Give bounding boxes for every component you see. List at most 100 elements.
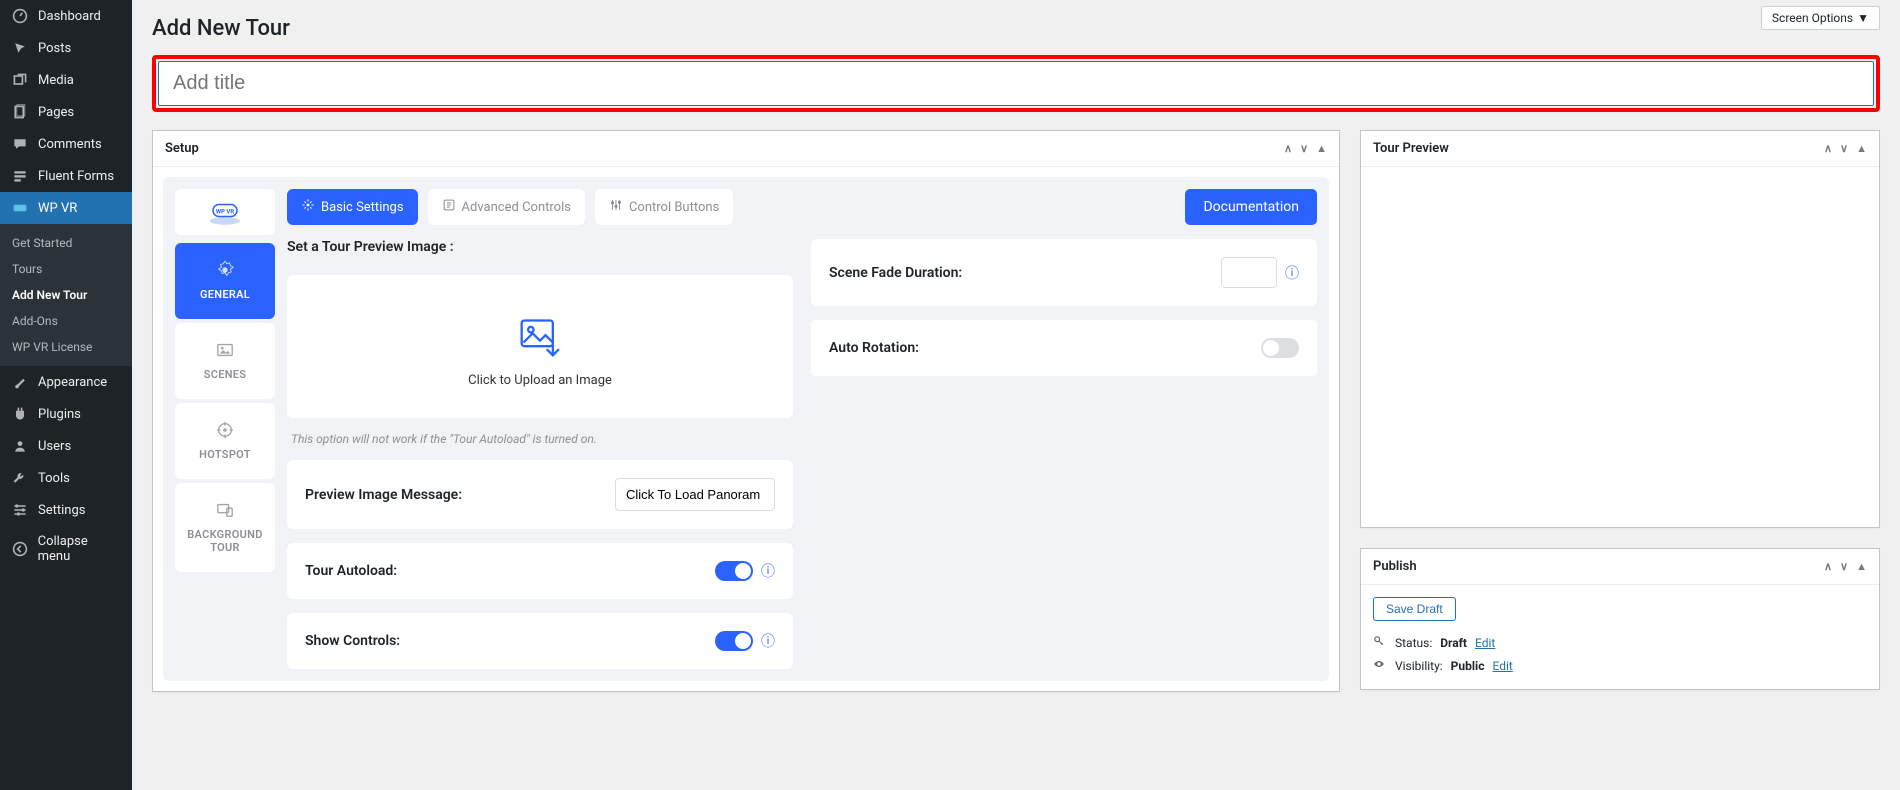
fade-duration-input[interactable]	[1221, 257, 1277, 288]
sidebar-label: Users	[38, 439, 71, 454]
sidebar-item-wpvr[interactable]: WP VR	[0, 192, 132, 224]
screen-options-button[interactable]: Screen Options ▼	[1761, 6, 1880, 30]
sliders-icon	[10, 502, 30, 518]
gear-icon	[181, 261, 269, 282]
upload-hint: This option will not work if the "Tour A…	[287, 432, 793, 446]
brush-icon	[10, 374, 30, 390]
sidebar-item-appearance[interactable]: Appearance	[0, 366, 132, 398]
page-title: Add New Tour	[152, 16, 1880, 41]
htab-advanced[interactable]: Advanced Controls	[428, 189, 585, 225]
sub-get-started[interactable]: Get Started	[0, 230, 132, 256]
visibility-label: Visibility:	[1395, 659, 1443, 673]
setup-title: Setup	[165, 141, 199, 156]
sidebar-item-settings[interactable]: Settings	[0, 494, 132, 526]
sidebar-item-tools[interactable]: Tools	[0, 462, 132, 494]
comment-icon	[10, 136, 30, 152]
vtab-background[interactable]: BACKGROUND TOUR	[175, 483, 275, 572]
sub-addons[interactable]: Add-Ons	[0, 308, 132, 334]
screen-options-label: Screen Options	[1772, 11, 1853, 25]
sidebar-label: Media	[38, 73, 74, 88]
sidebar-label: Dashboard	[38, 9, 101, 24]
dashboard-icon	[10, 8, 30, 24]
collapse-icon	[10, 541, 30, 557]
chevron-down-icon: ▼	[1857, 11, 1869, 25]
sidebar-item-pages[interactable]: Pages	[0, 96, 132, 128]
info-icon[interactable]: ⓘ	[1285, 263, 1299, 283]
documentation-button[interactable]: Documentation	[1185, 189, 1317, 225]
htab-label: Control Buttons	[629, 200, 719, 215]
box-toggle-icon[interactable]: ▲	[1316, 142, 1327, 155]
controls-toggle[interactable]	[715, 631, 753, 651]
preview-msg-input[interactable]	[615, 478, 775, 511]
status-label: Status:	[1395, 636, 1432, 650]
autoload-label: Tour Autoload:	[305, 563, 397, 579]
sidebar-label: Comments	[38, 137, 102, 152]
save-draft-button[interactable]: Save Draft	[1373, 597, 1456, 621]
sidebar-label: Settings	[38, 503, 85, 518]
sidebar-label: Fluent Forms	[38, 169, 114, 184]
svg-text:WP VR: WP VR	[216, 209, 235, 216]
visibility-edit-link[interactable]: Edit	[1492, 659, 1512, 673]
image-icon	[181, 341, 269, 362]
htab-basic-settings[interactable]: Basic Settings	[287, 189, 418, 225]
sliders-icon	[609, 198, 623, 216]
eye-icon	[1373, 658, 1387, 673]
vtab-hotspot[interactable]: HOTSPOT	[175, 403, 275, 479]
sub-tours[interactable]: Tours	[0, 256, 132, 282]
setup-metabox: Setup ∧ ∨ ▲ WP VR	[152, 130, 1340, 692]
visibility-value: Public	[1451, 659, 1485, 673]
rotation-label: Auto Rotation:	[829, 340, 919, 356]
plug-icon	[10, 406, 30, 422]
box-up-icon[interactable]: ∧	[1824, 142, 1832, 155]
htab-control-buttons[interactable]: Control Buttons	[595, 189, 733, 225]
sidebar-item-posts[interactable]: Posts	[0, 32, 132, 64]
wpvr-logo: WP VR	[175, 189, 275, 235]
pages-icon	[10, 104, 30, 120]
info-icon[interactable]: ⓘ	[761, 631, 775, 651]
sub-license[interactable]: WP VR License	[0, 334, 132, 360]
sidebar-label: Tools	[38, 471, 70, 486]
tour-preview-title: Tour Preview	[1373, 141, 1449, 156]
vtab-general[interactable]: GENERAL	[175, 243, 275, 319]
box-toggle-icon[interactable]: ▲	[1856, 142, 1867, 155]
sub-add-new-tour[interactable]: Add New Tour	[0, 282, 132, 308]
htab-label: Basic Settings	[321, 200, 404, 215]
controls-label: Show Controls:	[305, 633, 400, 649]
rotation-toggle[interactable]	[1261, 338, 1299, 358]
sidebar-item-fluent-forms[interactable]: Fluent Forms	[0, 160, 132, 192]
sidebar-item-plugins[interactable]: Plugins	[0, 398, 132, 430]
box-down-icon[interactable]: ∨	[1840, 560, 1848, 573]
box-down-icon[interactable]: ∨	[1840, 142, 1848, 155]
sidebar-label: Posts	[38, 41, 71, 56]
vtab-label: GENERAL	[200, 288, 250, 301]
key-icon	[1373, 635, 1387, 650]
box-toggle-icon[interactable]: ▲	[1856, 560, 1867, 573]
publish-metabox: Publish ∧ ∨ ▲ Save Draft Status: Draft	[1360, 548, 1880, 690]
box-up-icon[interactable]: ∧	[1824, 560, 1832, 573]
status-edit-link[interactable]: Edit	[1475, 636, 1495, 650]
vtab-label: HOTSPOT	[199, 448, 251, 461]
form-icon	[10, 168, 30, 184]
sidebar-item-media[interactable]: Media	[0, 64, 132, 96]
target-icon	[181, 421, 269, 442]
upload-image-area[interactable]: Click to Upload an Image	[287, 275, 793, 418]
tour-title-input[interactable]	[158, 61, 1874, 106]
media-icon	[10, 72, 30, 88]
autoload-toggle[interactable]	[715, 561, 753, 581]
htab-label: Advanced Controls	[462, 200, 571, 215]
tour-preview-body	[1361, 167, 1879, 527]
sidebar-label: Appearance	[38, 375, 107, 390]
sidebar-item-users[interactable]: Users	[0, 430, 132, 462]
preview-msg-label: Preview Image Message:	[305, 487, 462, 503]
vtab-scenes[interactable]: SCENES	[175, 323, 275, 399]
box-down-icon[interactable]: ∨	[1300, 142, 1308, 155]
sidebar-item-collapse[interactable]: Collapse menu	[0, 526, 132, 572]
vr-icon	[10, 200, 30, 216]
sidebar-item-comments[interactable]: Comments	[0, 128, 132, 160]
info-icon[interactable]: ⓘ	[761, 561, 775, 581]
sidebar-label: WP VR	[38, 201, 77, 216]
controls-icon	[442, 198, 456, 216]
publish-title: Publish	[1373, 559, 1417, 574]
sidebar-item-dashboard[interactable]: Dashboard	[0, 0, 132, 32]
box-up-icon[interactable]: ∧	[1284, 142, 1292, 155]
